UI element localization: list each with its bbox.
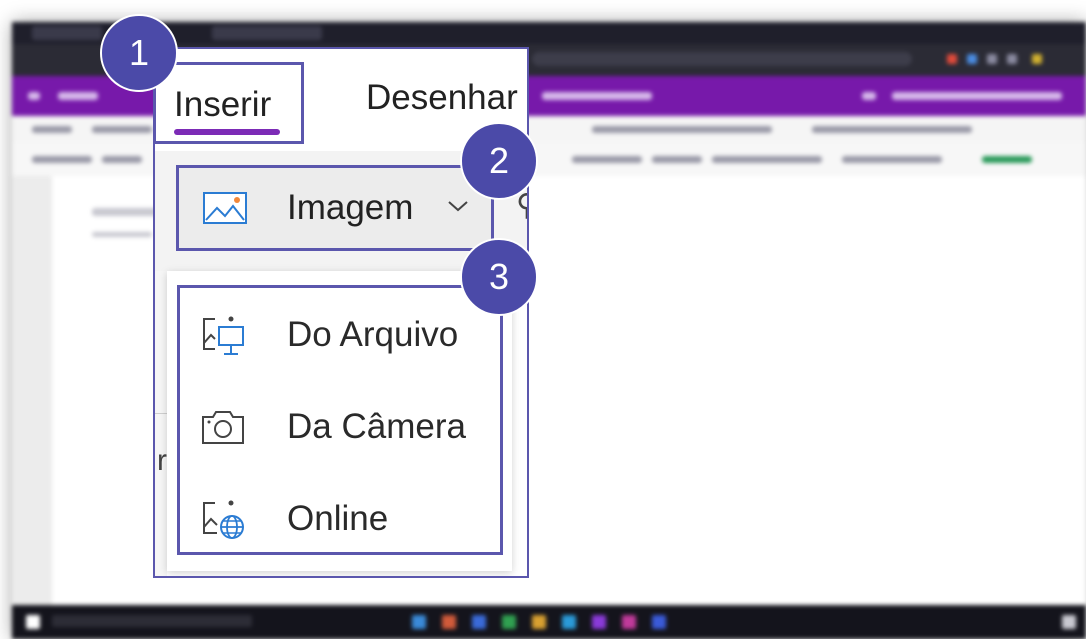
taskbar-search: [52, 615, 252, 627]
picture-online-icon: [203, 500, 244, 539]
picture-from-file-icon: [203, 316, 244, 355]
partial-ribbon-icon: ⚲: [516, 191, 527, 221]
notebook-sidebar: [12, 176, 52, 606]
tab-inserir[interactable]: Inserir: [155, 62, 304, 144]
menu-item-do-arquivo[interactable]: Do Arquivo: [191, 305, 501, 365]
menu-item-online[interactable]: Online: [191, 489, 501, 549]
menu-item-da-camera[interactable]: Da Câmera: [191, 397, 501, 457]
step-callout-3: 3: [460, 238, 538, 316]
start-icon: [26, 615, 40, 629]
menu-item-label: Do Arquivo: [287, 315, 459, 354]
zoomed-onenote-ribbon-panel: Inserir Desenhar Imagem ⚲ r: [153, 47, 529, 578]
tab-desenhar[interactable]: Desenhar: [366, 78, 518, 118]
page-left-strip: [155, 271, 167, 576]
camera-icon: [202, 411, 244, 444]
step-callout-1: 1: [100, 14, 178, 92]
imagem-dropdown-button[interactable]: Imagem: [176, 165, 494, 251]
imagem-button-label: Imagem: [287, 188, 414, 227]
windows-taskbar: [12, 605, 1086, 639]
tab-inserir-label: Inserir: [174, 85, 272, 124]
url-field: [532, 52, 912, 66]
browser-tab: [212, 26, 322, 40]
imagem-dropdown-menu: Do Arquivo Da Câmera Online: [167, 271, 512, 571]
active-tab-indicator: [174, 129, 280, 135]
chevron-down-icon: [448, 201, 468, 212]
extension-icon: [947, 54, 957, 64]
step-callout-2: 2: [460, 122, 538, 200]
partial-page-text: r: [157, 444, 167, 477]
menu-item-label: Da Câmera: [287, 407, 466, 446]
extension-icon: [987, 54, 997, 64]
extension-icon: [1032, 54, 1042, 64]
extension-icon: [1007, 54, 1017, 64]
browser-tab: [32, 26, 102, 40]
divider: [155, 413, 167, 414]
menu-item-label: Online: [287, 499, 389, 538]
extension-icon: [967, 54, 977, 64]
picture-icon: [203, 192, 247, 224]
